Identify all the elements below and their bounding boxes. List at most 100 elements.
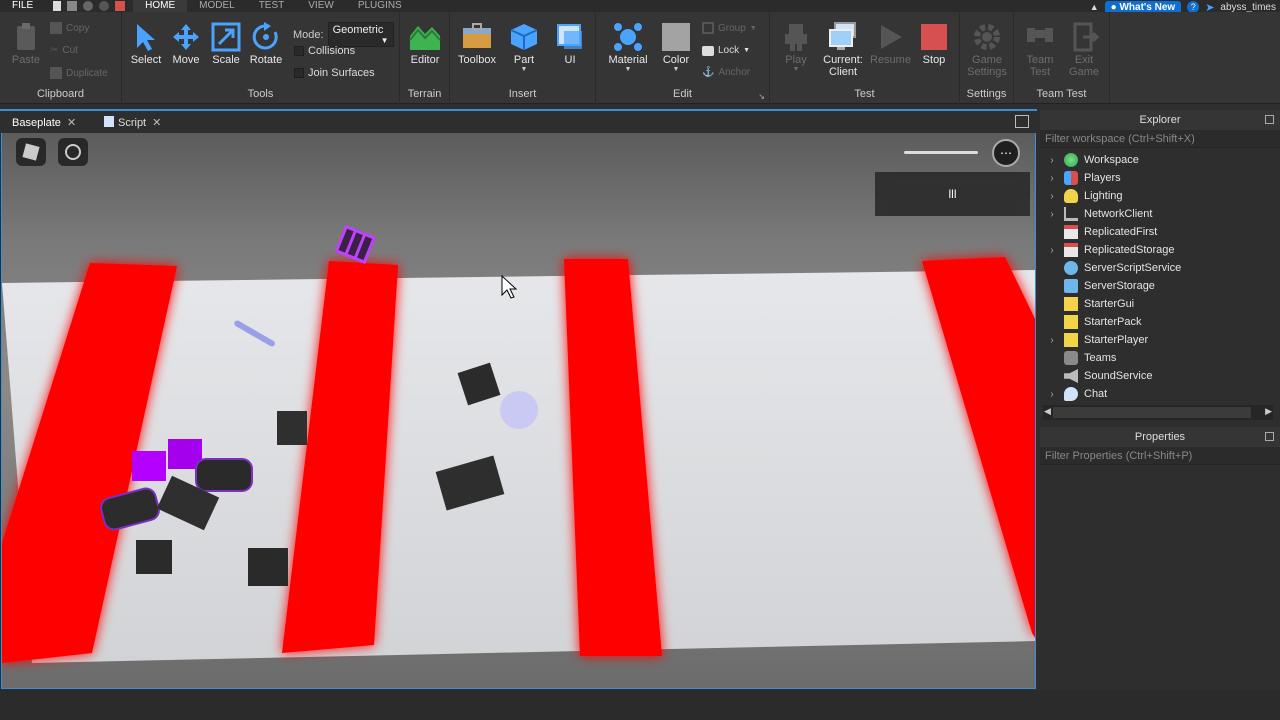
- file-menu[interactable]: FILE: [0, 0, 45, 12]
- edit-group: Material ▼ Color ▼ Group ▼ Lock ▼ ⚓ Anchor …: [596, 12, 770, 104]
- tree-item-starterpack[interactable]: StarterPack: [1040, 313, 1280, 331]
- duplicate-button[interactable]: Duplicate: [50, 67, 108, 79]
- tree-item-chat[interactable]: › Chat: [1040, 385, 1280, 403]
- color-dropdown-icon[interactable]: ▼: [658, 66, 694, 73]
- rotate-button[interactable]: Rotate: [248, 22, 284, 66]
- stop-small-icon[interactable]: [115, 1, 126, 11]
- expand-arrow-icon[interactable]: ›: [1040, 155, 1064, 166]
- expand-arrow-icon[interactable]: ›: [1040, 191, 1064, 202]
- tab-baseplate[interactable]: Baseplate ✕: [0, 113, 90, 133]
- tab-home[interactable]: HOME: [133, 0, 188, 12]
- play-dropdown-icon[interactable]: ▼: [778, 66, 814, 73]
- collapse-ribbon-icon[interactable]: ▲: [1090, 2, 1099, 12]
- collisions-toggle[interactable]: Collisions: [294, 45, 355, 57]
- tree-item-replicatedfirst[interactable]: ReplicatedFirst: [1040, 223, 1280, 241]
- tree-item-serverscriptservice[interactable]: ServerScriptService: [1040, 259, 1280, 277]
- lock-button[interactable]: Lock ▼: [702, 45, 750, 56]
- dock-icon[interactable]: [1015, 115, 1029, 128]
- zoom-slider[interactable]: [904, 151, 978, 154]
- paste-button[interactable]: Paste: [8, 22, 44, 66]
- expand-arrow-icon[interactable]: ›: [1040, 173, 1064, 184]
- tree-item-replicatedstorage[interactable]: › ReplicatedStorage: [1040, 241, 1280, 259]
- part-button[interactable]: Part ▼: [506, 22, 542, 73]
- join-surfaces-toggle[interactable]: Join Surfaces: [294, 67, 375, 79]
- tree-item-label: ReplicatedFirst: [1084, 226, 1158, 238]
- color-button[interactable]: Color ▼: [658, 22, 694, 73]
- current-client-button[interactable]: Current: Client: [820, 22, 866, 78]
- collisions-checkbox[interactable]: [294, 46, 304, 56]
- tree-item-players[interactable]: › Players: [1040, 169, 1280, 187]
- duplicate-icon: [50, 67, 62, 79]
- tab-view[interactable]: VIEW: [296, 0, 346, 12]
- tab-script[interactable]: Script ✕: [92, 113, 174, 133]
- tree-item-lighting[interactable]: › Lighting: [1040, 187, 1280, 205]
- tree-item-startergui[interactable]: StarterGui: [1040, 295, 1280, 313]
- resume-button[interactable]: Resume: [870, 22, 911, 66]
- new-file-icon[interactable]: [53, 1, 62, 11]
- join-surfaces-checkbox[interactable]: [294, 68, 304, 78]
- neon-cube-top: [334, 224, 377, 265]
- explorer-horizontal-scrollbar[interactable]: ◀ ▶: [1043, 405, 1273, 420]
- expand-arrow-icon[interactable]: ›: [1040, 209, 1064, 220]
- tree-item-networkclient[interactable]: › NetworkClient: [1040, 205, 1280, 223]
- tree-item-teams[interactable]: Teams: [1040, 349, 1280, 367]
- select-button[interactable]: Select: [128, 22, 164, 66]
- scroll-left-icon[interactable]: ◀: [1044, 406, 1051, 417]
- anchor-button[interactable]: ⚓ Anchor: [702, 67, 750, 78]
- clipboard-group: Paste Copy ✂ Cut Duplicate Clipboard: [0, 12, 122, 104]
- properties-filter-input[interactable]: Filter Properties (Ctrl+Shift+P): [1040, 447, 1280, 465]
- tab-model[interactable]: MODEL: [187, 0, 247, 12]
- copy-button[interactable]: Copy: [50, 22, 89, 34]
- explorer-tree: › Workspace › Players › Lighting › NetworkCl…: [1040, 148, 1280, 403]
- chat-toggle-button[interactable]: [58, 138, 88, 166]
- mode-value: Geometric: [332, 24, 384, 36]
- 3d-viewport[interactable]: ⋯ lll: [1, 133, 1036, 689]
- chevron-down-icon: ▼: [380, 36, 389, 45]
- open-icon[interactable]: [67, 1, 78, 11]
- terrain-editor-button[interactable]: Editor: [406, 22, 444, 66]
- tab-plugins[interactable]: PLUGINS: [346, 0, 414, 12]
- roblox-menu-button[interactable]: [16, 138, 46, 166]
- close-icon[interactable]: ✕: [67, 117, 76, 129]
- material-dropdown-icon[interactable]: ▼: [604, 66, 652, 73]
- scale-button[interactable]: Scale: [208, 22, 244, 66]
- tab-test[interactable]: TEST: [247, 0, 297, 12]
- undock-icon[interactable]: [1265, 432, 1274, 441]
- explorer-panel: Explorer Filter workspace (Ctrl+Shift+X)…: [1040, 110, 1280, 425]
- tree-item-label: Workspace: [1084, 154, 1139, 166]
- terrain-title: Terrain: [407, 88, 442, 100]
- expand-arrow-icon[interactable]: ›: [1040, 335, 1064, 346]
- expand-arrow-icon[interactable]: ›: [1040, 245, 1064, 256]
- team-test-button[interactable]: Team Test: [1020, 22, 1060, 78]
- more-options-button[interactable]: ⋯: [992, 139, 1020, 167]
- game-settings-button[interactable]: Game Settings: [964, 22, 1010, 78]
- undo-icon[interactable]: [83, 1, 94, 11]
- expand-arrow-icon[interactable]: ›: [1040, 389, 1064, 400]
- chat-icon: [1064, 387, 1078, 401]
- username[interactable]: abyss_times: [1220, 2, 1276, 13]
- tree-item-soundservice[interactable]: SoundService: [1040, 367, 1280, 385]
- scroll-right-icon[interactable]: ▶: [1265, 406, 1272, 417]
- explorer-filter-input[interactable]: Filter workspace (Ctrl+Shift+X): [1040, 130, 1280, 148]
- ui-button[interactable]: UI: [552, 22, 588, 66]
- undock-icon[interactable]: [1265, 115, 1274, 124]
- edit-expand-icon[interactable]: ↘: [758, 92, 765, 101]
- cut-button[interactable]: ✂ Cut: [50, 45, 78, 56]
- mode-select[interactable]: Geometric ▼: [327, 22, 394, 47]
- exit-game-button[interactable]: Exit Game: [1064, 22, 1104, 78]
- material-button[interactable]: Material ▼: [604, 22, 652, 73]
- part-dropdown-icon[interactable]: ▼: [506, 66, 542, 73]
- tree-item-serverstorage[interactable]: ServerStorage: [1040, 277, 1280, 295]
- tree-item-workspace[interactable]: › Workspace: [1040, 151, 1280, 169]
- redo-icon[interactable]: [99, 1, 110, 11]
- move-button[interactable]: Move: [168, 22, 204, 66]
- play-button[interactable]: Play ▼: [778, 22, 814, 73]
- scrollbar-thumb[interactable]: [1053, 407, 1251, 418]
- resume-label: Resume: [870, 54, 911, 66]
- whats-new-label: What's New: [1119, 1, 1176, 13]
- toolbox-button[interactable]: Toolbox: [456, 22, 498, 66]
- tree-item-starterplayer[interactable]: › StarterPlayer: [1040, 331, 1280, 349]
- close-icon[interactable]: ✕: [152, 117, 161, 129]
- group-button[interactable]: Group ▼: [702, 22, 757, 34]
- stop-button[interactable]: Stop: [916, 22, 952, 66]
